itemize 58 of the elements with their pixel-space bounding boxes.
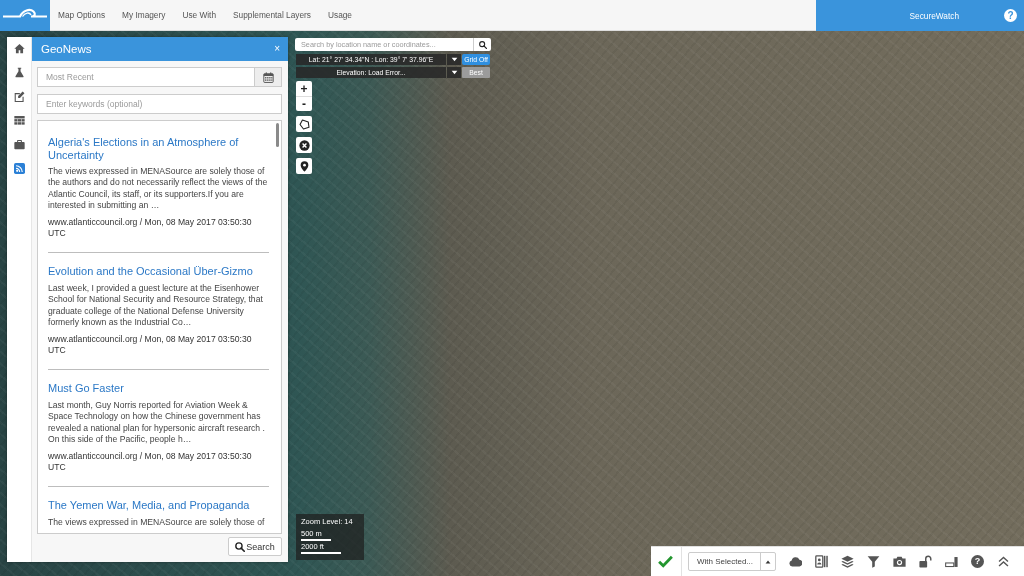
zoom-out-button[interactable]: - xyxy=(296,96,312,111)
scale-bar xyxy=(301,539,331,541)
polygon-icon xyxy=(298,118,310,130)
map-pin-icon xyxy=(298,160,310,172)
checkmark-icon[interactable] xyxy=(658,554,673,569)
article-summary: The views expressed in MENASource are solely those of xyxy=(48,516,266,529)
open-padlock-icon[interactable] xyxy=(919,555,932,568)
marker-button[interactable] xyxy=(296,158,312,174)
menu-item[interactable]: Use With xyxy=(182,10,217,20)
zoom-in-button[interactable]: + xyxy=(296,81,312,96)
caret-up-icon xyxy=(765,558,771,565)
scale-bar xyxy=(301,552,341,554)
article-source: www.atlanticcouncil.org / Mon, 08 May 2017 03:50:30 UTC xyxy=(48,450,253,474)
date-field[interactable]: Most Recent xyxy=(37,67,254,87)
location-search-button[interactable] xyxy=(473,38,491,51)
article-title-link[interactable]: The Yemen War, Media, and Propaganda xyxy=(48,499,269,512)
calendar-icon xyxy=(262,71,274,83)
app-name-label: SecureWatch xyxy=(909,10,959,21)
circled-x-icon xyxy=(298,139,310,151)
table-icon[interactable] xyxy=(13,115,25,126)
article-summary: The views expressed in MENASource are solely those of the authors and do not necessarily reflect the views of the Atlantic Council, its staff, or its supporters.If you are interested in submitting an … xyxy=(48,166,269,212)
article-source: www.atlanticcouncil.org / Mon, 08 May 2017 03:50:30 UTC xyxy=(48,333,253,357)
article-title-link[interactable]: Must Go Faster xyxy=(48,382,269,395)
help-button[interactable]: ? xyxy=(971,555,984,568)
keyword-field[interactable]: Enter keywords (optional) xyxy=(37,94,282,114)
panel-title: GeoNews xyxy=(41,43,92,55)
search-icon xyxy=(235,541,246,552)
article-source: www.atlanticcouncil.org / Mon, 08 May 2017 03:50:30 UTC xyxy=(48,216,253,240)
double-chevron-up-icon[interactable] xyxy=(997,555,1010,568)
menu-item[interactable]: Usage xyxy=(328,10,352,20)
menu-item[interactable]: Supplemental Layers xyxy=(233,10,311,20)
layers-icon[interactable] xyxy=(841,555,854,568)
slider-icon[interactable] xyxy=(945,555,958,568)
article-title-link[interactable]: Evolution and the Occasional Über-Gizmo xyxy=(48,265,269,278)
polygon-tool-button[interactable] xyxy=(296,116,312,132)
edit-icon[interactable] xyxy=(13,91,25,102)
search-icon xyxy=(478,40,487,49)
cloud-icon[interactable] xyxy=(789,555,802,568)
with-selected-dropdown[interactable]: With Selected... xyxy=(688,552,776,571)
filter-icon[interactable] xyxy=(867,555,880,568)
search-button[interactable]: Search xyxy=(228,537,282,556)
menu-item[interactable]: My Imagery xyxy=(122,10,166,20)
camera-icon[interactable] xyxy=(893,555,906,568)
scrollbar-thumb[interactable] xyxy=(276,123,279,147)
article-summary: Last month, Guy Norris reported for Aviation Week & Space Technology on how the Chinese government has revealed a national plan for hypersonic aircraft research . On this side of the Pacific, people h… xyxy=(48,399,266,446)
elevation-dropdown-button[interactable] xyxy=(447,67,461,78)
coordinates-dropdown-button[interactable] xyxy=(447,54,461,65)
calendar-button[interactable] xyxy=(254,67,282,87)
swoosh-logo-icon[interactable] xyxy=(0,0,50,31)
contact-card-icon[interactable] xyxy=(815,555,828,568)
flask-icon[interactable] xyxy=(13,67,25,78)
briefcase-icon[interactable] xyxy=(13,139,25,150)
rss-icon[interactable] xyxy=(13,163,25,174)
article-summary: Last week, I provided a guest lecture at the Eisenhower School for National Security and Resource Strategy, that graduate college of the National Defense University formerly known as the Industrial Co… xyxy=(48,282,264,329)
article-title-link[interactable]: Algeria's Elections in an Atmosphere of Uncertainty xyxy=(48,136,269,161)
clear-button[interactable] xyxy=(296,137,312,153)
menu-item[interactable]: Map Options xyxy=(58,10,106,20)
home-icon[interactable] xyxy=(13,43,25,54)
